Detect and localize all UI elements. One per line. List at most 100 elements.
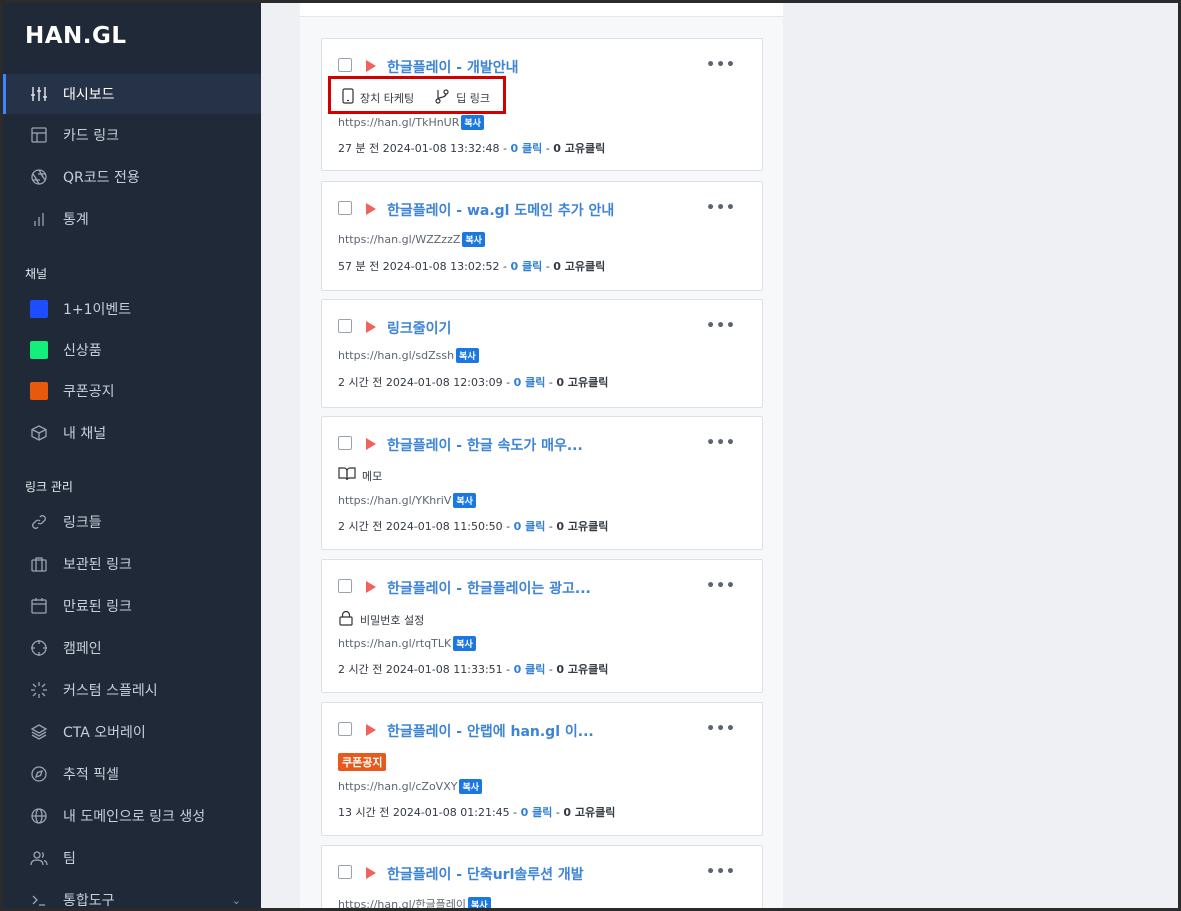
url-text[interactable]: https://han.gl/sdZssh xyxy=(338,349,454,362)
copy-button[interactable]: 복사 xyxy=(461,115,484,130)
sidebar-item-dashboard[interactable]: 대시보드 xyxy=(3,74,261,114)
play-icon xyxy=(366,60,376,72)
channel-item-1plus1[interactable]: 1+1이벤트 xyxy=(3,289,261,329)
channel-tag[interactable]: 쿠폰공지 xyxy=(338,753,387,771)
select-checkbox[interactable] xyxy=(338,436,352,450)
layout-icon xyxy=(29,125,49,145)
feature-label: 메모 xyxy=(362,469,383,483)
link-title[interactable]: 링크줄이기 xyxy=(387,318,451,338)
channel-label: 신상품 xyxy=(63,343,102,359)
more-menu-icon[interactable]: ••• xyxy=(706,864,736,880)
select-checkbox[interactable] xyxy=(338,58,352,72)
short-url[interactable]: https://han.gl/YKhriV 복사 xyxy=(338,493,476,508)
unique-count: 0 xyxy=(556,376,565,389)
select-checkbox[interactable] xyxy=(338,319,352,333)
click-count: 0 xyxy=(510,260,519,273)
compass-icon xyxy=(29,764,49,784)
more-menu-icon[interactable]: ••• xyxy=(706,318,736,334)
channel-label: 쿠폰공지 xyxy=(63,384,115,400)
unique-label: 고유클릭 xyxy=(567,663,609,676)
sidebar-item-label: 대시보드 xyxy=(63,87,115,103)
sidebar-item-label: QR코드 전용 xyxy=(63,170,140,186)
sidebar-item-stats[interactable]: 통계 xyxy=(3,199,261,239)
select-checkbox[interactable] xyxy=(338,201,352,215)
unique-count: 0 xyxy=(563,806,572,819)
sidebar-item-splash[interactable]: 커스텀 스플레시 xyxy=(3,670,261,710)
copy-button[interactable]: 복사 xyxy=(462,232,485,247)
short-url[interactable]: https://han.gl/sdZssh 복사 xyxy=(338,348,479,363)
click-count: 0 xyxy=(513,663,522,676)
link-title[interactable]: 한글플레이 - 한글 속도가 매우... xyxy=(387,435,583,455)
copy-button[interactable]: 복사 xyxy=(453,493,476,508)
copy-button[interactable]: 복사 xyxy=(467,896,491,908)
sidebar-item-domain[interactable]: 내 도메인으로 링크 생성 xyxy=(3,796,261,836)
url-text[interactable]: https://han.gl/cZoVXY xyxy=(338,780,457,793)
url-text[interactable]: https://han.gl/YKhriV xyxy=(338,494,451,507)
app-frame: HAN.GL 대시보드 카드 링크 QR코드 전용 통계 채널 1+1이벤트 신… xyxy=(3,3,1178,908)
link-card[interactable]: 한글플레이 - 한글플레이는 광고... ••• 비밀번호 설정 https:/… xyxy=(321,559,763,693)
link-card[interactable]: 한글플레이 - 안랩에 han.gl 이... ••• 쿠폰공지 https:/… xyxy=(321,702,763,836)
url-text[interactable]: https://han.gl/rtqTLK xyxy=(338,637,451,650)
play-icon xyxy=(366,203,376,215)
more-menu-icon[interactable]: ••• xyxy=(706,200,736,216)
link-meta: 2 시간 전 2024-01-08 11:33:51 - 0 클릭 - 0 고유… xyxy=(338,663,609,676)
timestamp: 13 시간 전 2024-01-08 01:21:45 xyxy=(338,806,510,819)
link-title[interactable]: 한글플레이 - 개발안내 xyxy=(387,57,518,77)
sidebar-item-expired[interactable]: 만료된 링크 xyxy=(3,586,261,626)
link-card[interactable]: 링크줄이기 ••• https://han.gl/sdZssh 복사 2 시간 … xyxy=(321,299,763,408)
select-checkbox[interactable] xyxy=(338,722,352,736)
select-checkbox[interactable] xyxy=(338,865,352,879)
sidebar-item-label: 추적 픽셀 xyxy=(63,767,119,783)
click-label: 클릭 xyxy=(525,376,546,389)
sidebar-item-pixel[interactable]: 추적 픽셀 xyxy=(3,754,261,794)
more-menu-icon[interactable]: ••• xyxy=(706,435,736,451)
channel-item-coupon[interactable]: 쿠폰공지 xyxy=(3,371,261,411)
short-url[interactable]: https://han.gl/한글플레이 복사 xyxy=(338,896,491,908)
copy-button[interactable]: 복사 xyxy=(453,636,476,651)
select-checkbox[interactable] xyxy=(338,579,352,593)
more-menu-icon[interactable]: ••• xyxy=(706,578,736,594)
logo[interactable]: HAN.GL xyxy=(25,23,127,49)
play-icon xyxy=(366,581,376,593)
sidebar-item-team[interactable]: 팀 xyxy=(3,838,261,878)
click-count: 0 xyxy=(510,142,519,155)
link-card[interactable]: 한글플레이 - 한글 속도가 매우... ••• 메모 https://han.… xyxy=(321,416,763,550)
sidebar-item-archived[interactable]: 보관된 링크 xyxy=(3,544,261,584)
link-title[interactable]: 한글플레이 - 단축url솔루션 개발 xyxy=(387,864,584,884)
sidebar-item-campaign[interactable]: 캠페인 xyxy=(3,628,261,668)
timestamp: 27 분 전 2024-01-08 13:32:48 xyxy=(338,142,500,155)
link-title[interactable]: 한글플레이 - wa.gl 도메인 추가 안내 xyxy=(387,200,614,220)
more-menu-icon[interactable]: ••• xyxy=(706,57,736,73)
link-card[interactable]: 한글플레이 - 단축url솔루션 개발 ••• https://han.gl/한… xyxy=(321,845,763,908)
copy-button[interactable]: 복사 xyxy=(456,348,479,363)
short-url[interactable]: https://han.gl/rtqTLK 복사 xyxy=(338,636,476,651)
short-url[interactable]: https://han.gl/cZoVXY 복사 xyxy=(338,779,483,794)
more-menu-icon[interactable]: ••• xyxy=(706,721,736,737)
sidebar-item-card-link[interactable]: 카드 링크 xyxy=(3,115,261,155)
sidebar-item-cta[interactable]: CTA 오버레이 xyxy=(3,712,261,752)
link-card[interactable]: 한글플레이 - wa.gl 도메인 추가 안내 ••• https://han.… xyxy=(321,181,763,291)
channel-item-my[interactable]: 내 채널 xyxy=(3,413,261,453)
copy-button[interactable]: 복사 xyxy=(459,779,483,794)
short-url[interactable]: https://han.gl/WZZzzZ 복사 xyxy=(338,232,485,247)
channel-item-new[interactable]: 신상품 xyxy=(3,330,261,370)
play-icon xyxy=(366,438,376,450)
link-icon xyxy=(29,512,49,532)
unique-count: 0 xyxy=(553,260,561,273)
book-open-icon xyxy=(338,467,356,484)
link-title[interactable]: 한글플레이 - 한글플레이는 광고... xyxy=(387,578,591,598)
link-meta: 13 시간 전 2024-01-08 01:21:45 - 0 클릭 - 0 고… xyxy=(338,806,616,819)
short-url[interactable]: https://han.gl/TkHnUR 복사 xyxy=(338,115,484,130)
url-text[interactable]: https://han.gl/TkHnUR xyxy=(338,116,459,129)
channel-label: 내 채널 xyxy=(63,426,107,442)
chevron-down-icon[interactable]: ⌄ xyxy=(232,894,241,907)
sidebar-item-links[interactable]: 링크들 xyxy=(3,502,261,542)
click-count: 0 xyxy=(520,806,529,819)
url-text[interactable]: https://han.gl/한글플레이 xyxy=(338,896,466,908)
sidebar-item-integrations[interactable]: 통합도구 ⌄ xyxy=(3,880,261,908)
sidebar-item-qr[interactable]: QR코드 전용 xyxy=(3,157,261,197)
url-text[interactable]: https://han.gl/WZZzzZ xyxy=(338,233,460,246)
sidebar: HAN.GL 대시보드 카드 링크 QR코드 전용 통계 채널 1+1이벤트 신… xyxy=(3,3,261,908)
link-title[interactable]: 한글플레이 - 안랩에 han.gl 이... xyxy=(387,721,594,741)
sidebar-item-label: 캠페인 xyxy=(63,641,102,657)
